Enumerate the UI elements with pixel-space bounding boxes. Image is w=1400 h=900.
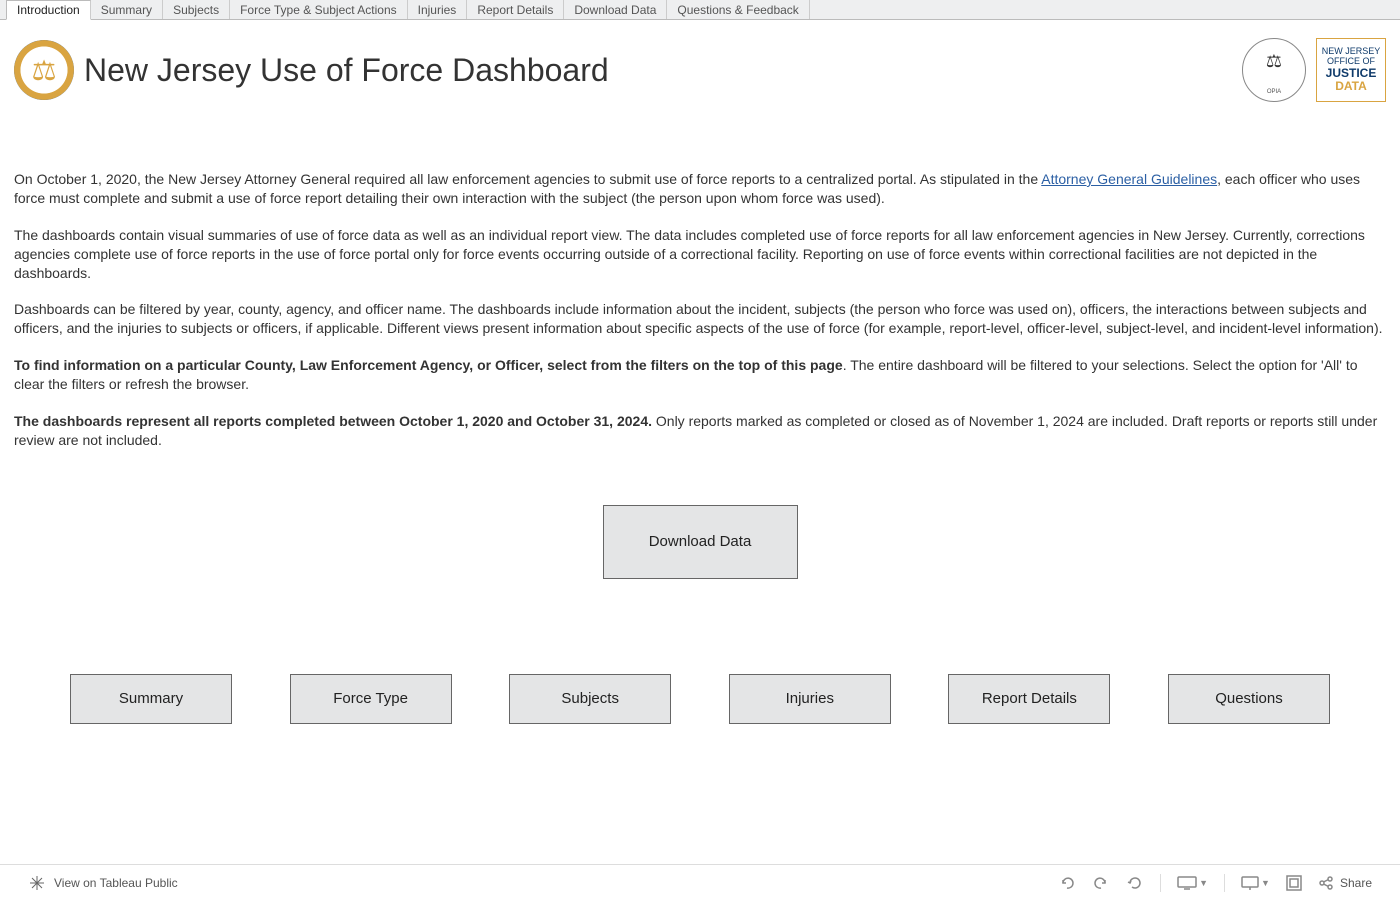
tab-subjects[interactable]: Subjects (163, 0, 230, 19)
share-label: Share (1340, 876, 1372, 890)
footer-toolbar: View on Tableau Public ▼ ▼ Share (0, 864, 1400, 900)
view-on-tableau-link[interactable]: View on Tableau Public (54, 876, 178, 890)
share-button[interactable]: Share (1318, 875, 1372, 891)
share-icon (1318, 875, 1334, 891)
nav-subjects-button[interactable]: Subjects (509, 674, 671, 724)
download-row: Download Data (0, 505, 1400, 579)
nav-questions-button[interactable]: Questions (1168, 674, 1330, 724)
intro-p3: Dashboards can be filtered by year, coun… (14, 300, 1386, 338)
redo-icon[interactable] (1092, 874, 1110, 892)
tab-questions-feedback[interactable]: Questions & Feedback (667, 0, 809, 19)
tab-bar: Introduction Summary Subjects Force Type… (0, 0, 1400, 20)
svg-text:⚖: ⚖ (1266, 51, 1282, 71)
page-title: New Jersey Use of Force Dashboard (84, 52, 609, 89)
header-logos: ⚖ OPIA NEW JERSEY OFFICE OF JUSTICE DATA (1242, 38, 1386, 102)
page-header: ⚖ New Jersey Use of Force Dashboard ⚖ OP… (0, 20, 1400, 110)
tableau-icon (28, 874, 46, 892)
presentation-icon[interactable]: ▼ (1241, 876, 1270, 890)
tab-download-data[interactable]: Download Data (564, 0, 667, 19)
undo-icon[interactable] (1058, 874, 1076, 892)
intro-p5: The dashboards represent all reports com… (14, 412, 1386, 450)
tab-summary[interactable]: Summary (91, 0, 163, 19)
intro-text: On October 1, 2020, the New Jersey Attor… (0, 110, 1400, 450)
tab-force-type-subject-actions[interactable]: Force Type & Subject Actions (230, 0, 408, 19)
tab-report-details[interactable]: Report Details (467, 0, 564, 19)
nav-summary-button[interactable]: Summary (70, 674, 232, 724)
nav-force-type-button[interactable]: Force Type (290, 674, 452, 724)
intro-p1: On October 1, 2020, the New Jersey Attor… (14, 170, 1386, 208)
intro-p4: To find information on a particular Coun… (14, 356, 1386, 394)
opia-logo-icon: ⚖ OPIA (1242, 38, 1306, 102)
ag-seal-icon: ⚖ (14, 40, 74, 100)
footer-divider (1224, 874, 1225, 892)
nav-button-row: Summary Force Type Subjects Injuries Rep… (0, 674, 1400, 724)
tab-injuries[interactable]: Injuries (408, 0, 468, 19)
nav-report-details-button[interactable]: Report Details (948, 674, 1110, 724)
device-layout-icon[interactable]: ▼ (1177, 876, 1208, 890)
nav-injuries-button[interactable]: Injuries (729, 674, 891, 724)
fullscreen-icon[interactable] (1286, 875, 1302, 891)
reset-icon[interactable] (1126, 874, 1144, 892)
ag-guidelines-link[interactable]: Attorney General Guidelines (1041, 171, 1217, 187)
footer-divider (1160, 874, 1161, 892)
tab-introduction[interactable]: Introduction (6, 0, 91, 20)
intro-p2: The dashboards contain visual summaries … (14, 226, 1386, 283)
justice-data-logo-icon: NEW JERSEY OFFICE OF JUSTICE DATA (1316, 38, 1386, 102)
download-data-button[interactable]: Download Data (603, 505, 798, 579)
